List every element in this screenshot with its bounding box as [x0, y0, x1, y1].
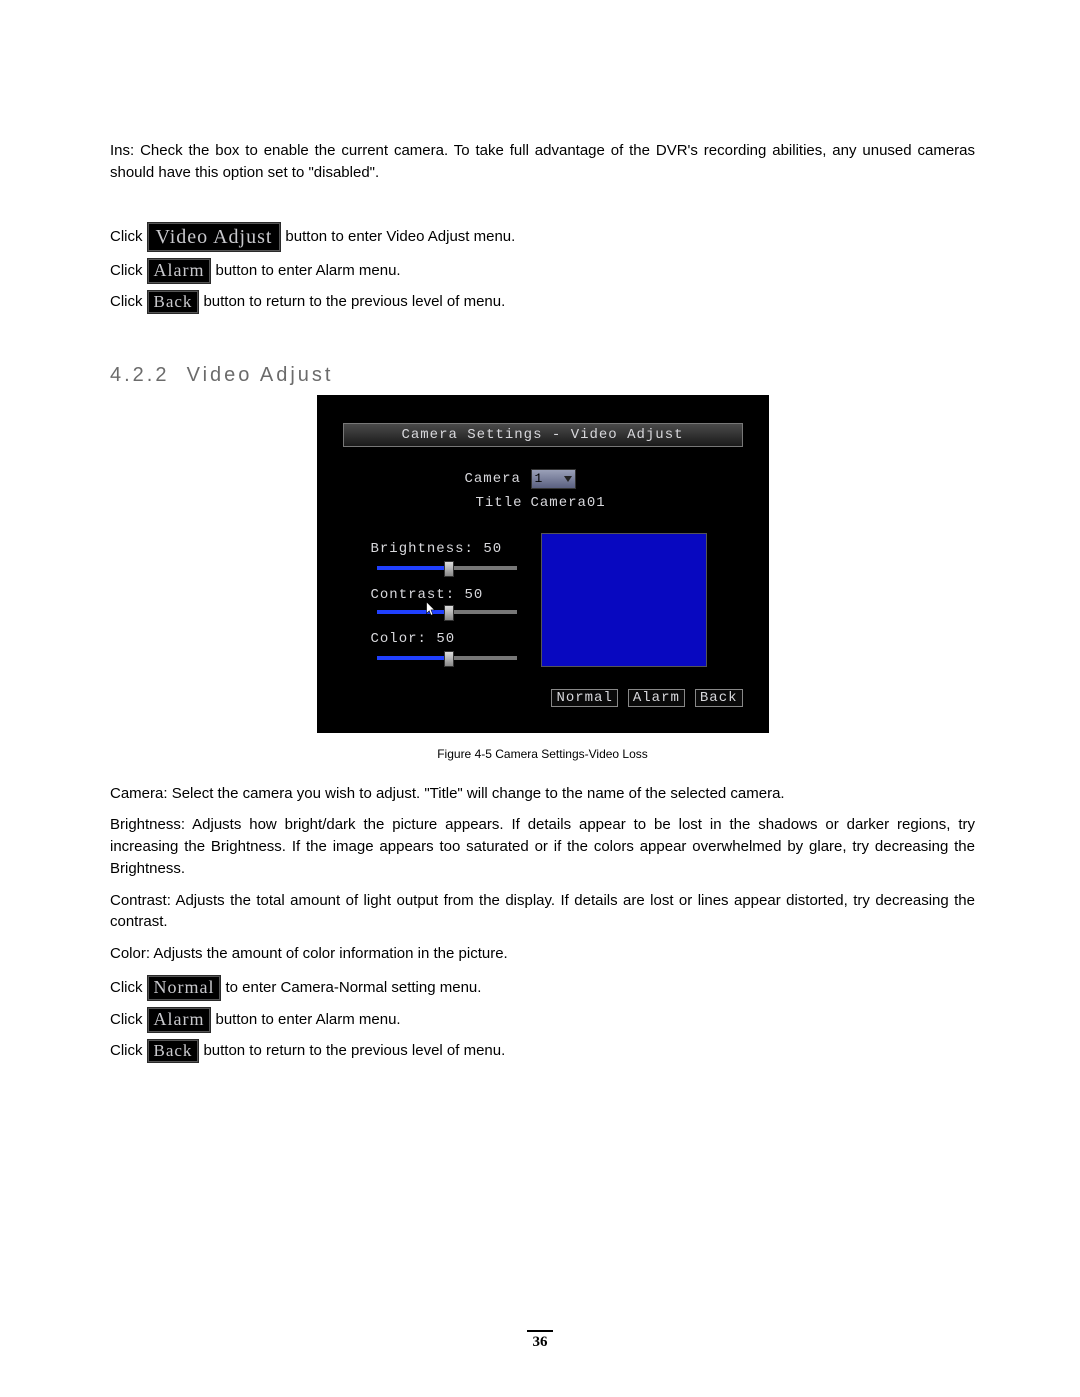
brightness-term: Brightness: [110, 816, 185, 833]
click-word: Click [110, 1039, 143, 1063]
ins-text: Check the box to enable the current came… [110, 142, 975, 181]
click-tail: button to return to the previous level o… [203, 1039, 505, 1063]
section-number: 4.2.2 [110, 364, 169, 386]
brightness-def: Brightness: Adjusts how bright/dark the … [110, 814, 975, 879]
click-line-alarm-2: Click Alarm button to enter Alarm menu. [110, 1007, 975, 1033]
contrast-slider[interactable] [377, 607, 517, 617]
click-tail: button to enter Video Adjust menu. [285, 225, 515, 249]
dvr-normal-button[interactable]: Normal [551, 689, 617, 707]
title-value: Camera01 [531, 495, 606, 511]
figure-caption: Figure 4-5 Camera Settings-Video Loss [110, 747, 975, 761]
camera-label: Camera [465, 471, 521, 487]
click-word: Click [110, 290, 143, 314]
brightness-slider[interactable] [377, 563, 517, 573]
back-button[interactable]: Back [147, 290, 200, 314]
click-tail: button to enter Alarm menu. [215, 1008, 400, 1032]
contrast-label: Contrast: 50 [371, 587, 484, 603]
click-tail: button to enter Alarm menu. [215, 259, 400, 283]
back-button[interactable]: Back [147, 1039, 200, 1063]
color-slider[interactable] [377, 653, 517, 663]
click-line-video-adjust: Click Video Adjust button to enter Video… [110, 222, 975, 252]
ins-term: Ins: [110, 142, 134, 159]
click-line-normal: Click Normal to enter Camera-Normal sett… [110, 975, 975, 1001]
dvr-screenshot: Camera Settings - Video Adjust Camera 1 … [317, 395, 769, 733]
contrast-term: Contrast: [110, 892, 171, 909]
color-term: Color: [110, 945, 150, 962]
click-word: Click [110, 259, 143, 283]
title-label: Title [476, 495, 523, 511]
camera-select[interactable]: 1 [531, 469, 576, 489]
page-number: 36 [0, 1330, 1080, 1351]
camera-term: Camera: [110, 785, 168, 802]
dvr-back-button[interactable]: Back [695, 689, 743, 707]
ins-paragraph: Ins: Check the box to enable the current… [110, 140, 975, 184]
click-line-back-2: Click Back button to return to the previ… [110, 1039, 975, 1063]
section-title: Video Adjust [187, 364, 334, 386]
contrast-def: Contrast: Adjusts the total amount of li… [110, 890, 975, 934]
brightness-label: Brightness: 50 [371, 541, 503, 557]
section-heading: 4.2.2 Video Adjust [110, 364, 975, 387]
click-line-alarm-1: Click Alarm button to enter Alarm menu. [110, 258, 975, 284]
click-word: Click [110, 1008, 143, 1032]
click-line-back-1: Click Back button to return to the previ… [110, 290, 975, 314]
video-adjust-button[interactable]: Video Adjust [147, 222, 282, 252]
normal-button[interactable]: Normal [147, 975, 222, 1001]
click-word: Click [110, 225, 143, 249]
color-label: Color: 50 [371, 631, 456, 647]
dvr-titlebar: Camera Settings - Video Adjust [343, 423, 743, 447]
alarm-button[interactable]: Alarm [147, 258, 212, 284]
color-def: Color: Adjusts the amount of color infor… [110, 943, 975, 965]
click-word: Click [110, 976, 143, 1000]
click-tail: to enter Camera-Normal setting menu. [225, 976, 481, 1000]
alarm-button[interactable]: Alarm [147, 1007, 212, 1033]
video-preview [541, 533, 707, 667]
dvr-alarm-button[interactable]: Alarm [628, 689, 685, 707]
click-tail: button to return to the previous level o… [203, 290, 505, 314]
camera-def: Camera: Select the camera you wish to ad… [110, 783, 975, 805]
